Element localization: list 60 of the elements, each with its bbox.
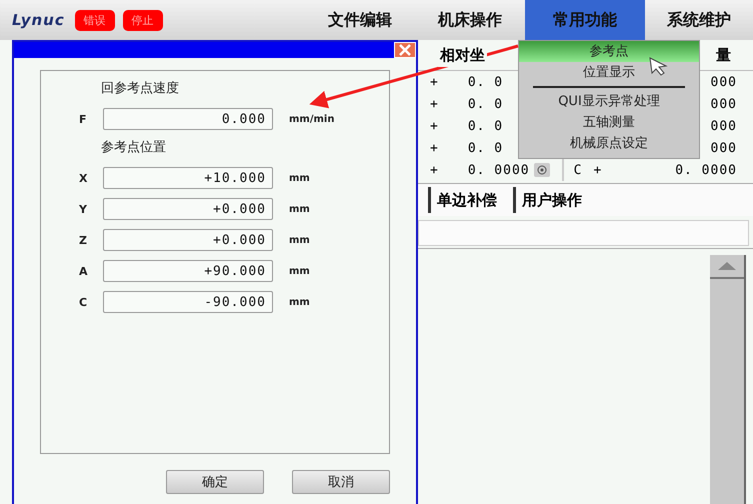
unit-label: mm xyxy=(289,266,310,276)
sign: + xyxy=(430,96,438,112)
section-title: 回参考点速度 xyxy=(101,80,180,98)
input-field[interactable]: 0.000 xyxy=(103,108,273,130)
input-field[interactable]: +0.000 xyxy=(103,229,273,251)
coordinate-value: 000 xyxy=(710,74,737,90)
logo: Lynuc xyxy=(12,11,65,29)
input-field[interactable]: +0.000 xyxy=(103,198,273,220)
cursor-icon xyxy=(649,57,668,76)
axis-label: C xyxy=(574,162,582,178)
input-field[interactable]: +90.000 xyxy=(103,260,273,282)
unit-label: mm xyxy=(289,296,310,308)
coordinate-value: 0. 0000 xyxy=(675,162,737,178)
menu-tab[interactable]: 常用功能 xyxy=(525,0,645,40)
unit-label: mm/min xyxy=(289,114,334,124)
dialog-button[interactable]: 确定 xyxy=(166,470,264,494)
up-arrow-icon xyxy=(718,262,736,270)
tab[interactable]: 单边补偿 xyxy=(428,187,503,213)
sign: + xyxy=(430,162,438,178)
axis-label: Z xyxy=(79,234,88,246)
panel-heading: 量 xyxy=(716,46,731,64)
menu-tab[interactable]: 文件编辑 xyxy=(305,0,415,40)
section-title: 参考点位置 xyxy=(101,139,167,157)
sign: + xyxy=(430,140,438,156)
coordinate-value: 000 xyxy=(710,140,737,156)
status-badge: 停止 xyxy=(122,10,163,30)
axis-label: C xyxy=(79,296,88,308)
coordinate-value: 0. 0 xyxy=(468,74,504,90)
sign: + xyxy=(430,118,438,134)
axis-label: A xyxy=(79,264,89,278)
coordinate-value: 000 xyxy=(710,118,737,134)
coordinate-value: 0. 0 xyxy=(468,118,504,134)
menu-item[interactable]: 参考点 xyxy=(519,41,699,62)
unit-label: mm xyxy=(289,204,310,214)
menu-item[interactable]: QUI显示异常处理 xyxy=(519,91,699,112)
coordinate-value: 000 xyxy=(710,96,737,112)
close-button[interactable] xyxy=(394,42,416,58)
coordinate-value: 0. 0 xyxy=(468,140,504,156)
coordinate-value: 0. 0 xyxy=(468,96,504,112)
menu-tab[interactable]: 系统维护 xyxy=(645,0,753,40)
sign: + xyxy=(593,162,602,178)
dialog-button[interactable]: 取消 xyxy=(292,470,390,494)
menu-item[interactable]: 五轴测量 xyxy=(519,112,699,133)
menu-item[interactable]: 机械原点设定 xyxy=(519,133,699,154)
input-field[interactable] xyxy=(418,220,749,246)
menu-tab[interactable]: 机床操作 xyxy=(415,0,525,40)
eye-icon[interactable] xyxy=(534,163,550,177)
unit-label: mm xyxy=(289,172,310,184)
tab[interactable]: 用户操作 xyxy=(513,187,588,213)
unit-label: mm xyxy=(289,234,310,246)
input-field[interactable]: +10.000 xyxy=(103,167,273,189)
axis-label: X xyxy=(79,172,88,184)
menu-item[interactable]: 位置显示 xyxy=(519,62,699,83)
scrollbar[interactable] xyxy=(710,255,746,504)
status-badge: 错误 xyxy=(74,10,115,30)
sign: + xyxy=(430,74,438,90)
coordinate-value: 0. 0000 xyxy=(468,162,530,178)
axis-label: Y xyxy=(79,202,88,216)
axis-label: F xyxy=(79,112,88,126)
input-field[interactable]: -90.000 xyxy=(103,291,273,313)
